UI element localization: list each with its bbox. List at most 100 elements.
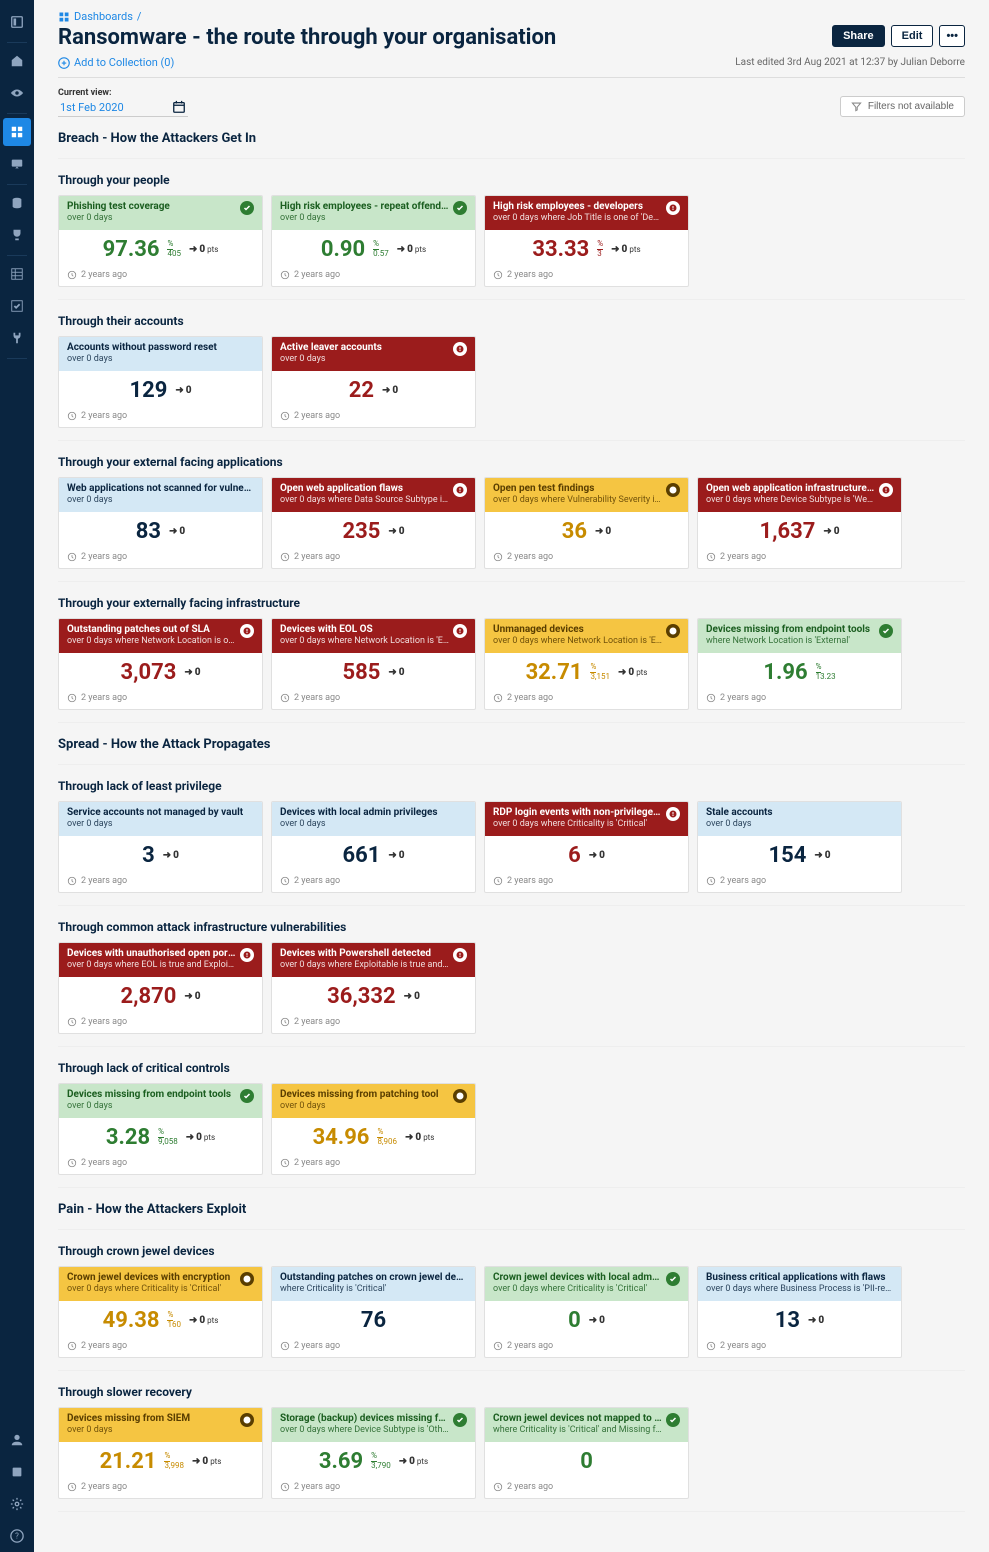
- metric-card[interactable]: High risk employees - developers over 0 …: [484, 195, 689, 287]
- card-body: 22 ➜ 0: [272, 371, 475, 407]
- add-to-collection[interactable]: Add to Collection (0): [58, 56, 174, 69]
- card-subtitle: over 0 days where Business Process is 'P…: [706, 1284, 893, 1294]
- card-value: 129: [129, 378, 167, 403]
- card-value: 97.36: [103, 237, 160, 262]
- metric-card[interactable]: Outstanding patches on crown jewel devic…: [271, 1266, 476, 1358]
- date-picker[interactable]: 1st Feb 2020: [58, 98, 188, 117]
- sidebar-user-icon[interactable]: [3, 1426, 31, 1454]
- metric-card[interactable]: Devices with EOL OS over 0 days where Ne…: [271, 618, 476, 710]
- section-heading: Breach - How the Attackers Get In: [58, 131, 965, 146]
- group-heading: Through your people: [58, 173, 965, 187]
- card-delta: ➜ 0: [184, 667, 200, 678]
- metric-card[interactable]: Crown jewel devices not mapped to Busine…: [484, 1407, 689, 1499]
- metric-card[interactable]: Unmanaged devices over 0 days where Netw…: [484, 618, 689, 710]
- card-footer: 2 years ago: [59, 1013, 262, 1033]
- card-subtitle: over 0 days where Network Location is 'E…: [493, 636, 662, 646]
- sidebar-dashboard-icon[interactable]: [3, 118, 31, 146]
- metric-card[interactable]: Devices with Powershell detected over 0 …: [271, 942, 476, 1034]
- clock-icon: [493, 1341, 503, 1351]
- card-row: Devices missing from endpoint tools over…: [58, 1083, 965, 1175]
- filters-button[interactable]: Filters not available: [840, 96, 965, 117]
- card-delta: ➜ 0: [388, 850, 404, 861]
- clock-icon: [493, 552, 503, 562]
- card-value: 154: [768, 843, 806, 868]
- card-header: High risk employees - developers over 0 …: [485, 196, 688, 230]
- card-timestamp: 2 years ago: [507, 1341, 553, 1351]
- edit-button[interactable]: Edit: [891, 25, 934, 47]
- card-body: 3 ➜ 0: [59, 836, 262, 872]
- card-fraction: %0.57: [373, 240, 389, 258]
- card-delta: ➜ 0: [184, 991, 200, 1002]
- sidebar-home-icon[interactable]: [3, 47, 31, 75]
- more-button[interactable]: •••: [939, 25, 965, 47]
- metric-card[interactable]: Web applications not scanned for vulnera…: [58, 477, 263, 569]
- metric-card[interactable]: Open web application infrastructure vuln…: [697, 477, 902, 569]
- metric-card[interactable]: Open web application flaws over 0 days w…: [271, 477, 476, 569]
- clock-icon: [493, 1482, 503, 1492]
- metric-card[interactable]: Devices with local admin privileges over…: [271, 801, 476, 893]
- sidebar-check-icon[interactable]: [3, 292, 31, 320]
- card-body: 21.21 %3,998 ➜ 0pts: [59, 1442, 262, 1478]
- metric-card[interactable]: Outstanding patches out of SLA over 0 da…: [58, 618, 263, 710]
- metric-card[interactable]: Devices missing from patching tool over …: [271, 1083, 476, 1175]
- metric-card[interactable]: Devices with unauthorised open port dete…: [58, 942, 263, 1034]
- sidebar-presentation-icon[interactable]: [3, 150, 31, 178]
- sidebar-gear-icon[interactable]: [3, 1490, 31, 1518]
- sidebar-help-icon[interactable]: ?: [3, 1522, 31, 1550]
- card-subtitle: over 0 days where Criticality is 'Critic…: [493, 1284, 662, 1294]
- metric-card[interactable]: High risk employees - repeat offenders o…: [271, 195, 476, 287]
- metric-card[interactable]: Devices missing from SIEM over 0 days 21…: [58, 1407, 263, 1499]
- metric-card[interactable]: Open pen test findings over 0 days where…: [484, 477, 689, 569]
- sidebar-table-icon[interactable]: [3, 260, 31, 288]
- clock-icon: [706, 876, 716, 886]
- group-heading: Through common attack infrastructure vul…: [58, 920, 965, 934]
- sidebar-database-icon[interactable]: [3, 189, 31, 217]
- card-header: Phishing test coverage over 0 days: [59, 196, 262, 230]
- card-footer: 2 years ago: [698, 548, 901, 568]
- clock-icon: [493, 876, 503, 886]
- metric-card[interactable]: Service accounts not managed by vault ov…: [58, 801, 263, 893]
- metric-card[interactable]: Phishing test coverage over 0 days 97.36…: [58, 195, 263, 287]
- status-badge: [453, 624, 467, 638]
- metric-card[interactable]: Accounts without password reset over 0 d…: [58, 336, 263, 428]
- current-view: Current view: 1st Feb 2020: [58, 88, 188, 117]
- metric-card[interactable]: Crown jewel devices with encryption over…: [58, 1266, 263, 1358]
- card-footer: 2 years ago: [59, 266, 262, 286]
- share-button[interactable]: Share: [832, 25, 885, 47]
- card-header: Stale accounts over 0 days: [698, 802, 901, 836]
- clock-icon: [67, 411, 77, 421]
- card-timestamp: 2 years ago: [507, 552, 553, 562]
- status-badge: [453, 483, 467, 497]
- sidebar-eye-icon[interactable]: [3, 79, 31, 107]
- card-body: 154 ➜ 0: [698, 836, 901, 872]
- card-title: Service accounts not managed by vault: [67, 807, 254, 819]
- breadcrumb-dashboards[interactable]: Dashboards: [74, 10, 133, 23]
- card-fraction: %13.23: [816, 663, 836, 681]
- metric-card[interactable]: Business critical applications with flaw…: [697, 1266, 902, 1358]
- metric-card[interactable]: Storage (backup) devices missing from en…: [271, 1407, 476, 1499]
- card-row: Accounts without password reset over 0 d…: [58, 336, 965, 428]
- filter-label: Filters not available: [868, 101, 954, 112]
- sidebar-trophy-icon[interactable]: [3, 221, 31, 249]
- svg-text:?: ?: [15, 1532, 19, 1541]
- metric-card[interactable]: Crown jewel devices with local admin rig…: [484, 1266, 689, 1358]
- card-delta: ➜ 0pts: [397, 244, 426, 255]
- metric-card[interactable]: Devices missing from endpoint tools over…: [58, 1083, 263, 1175]
- metric-card[interactable]: Devices missing from endpoint tools wher…: [697, 618, 902, 710]
- card-body: 83 ➜ 0: [59, 512, 262, 548]
- sidebar-logo[interactable]: [3, 8, 31, 36]
- card-value: 22: [349, 378, 374, 403]
- card-title: Crown jewel devices not mapped to Busine…: [493, 1413, 662, 1425]
- card-delta: ➜ 0: [382, 385, 398, 396]
- sidebar-tag-icon[interactable]: [3, 1458, 31, 1486]
- card-timestamp: 2 years ago: [294, 270, 340, 280]
- card-delta: ➜ 0: [175, 385, 191, 396]
- metric-card[interactable]: Active leaver accounts over 0 days 22 ➜ …: [271, 336, 476, 428]
- card-value: 0.90: [321, 237, 365, 262]
- card-body: 661 ➜ 0: [272, 836, 475, 872]
- card-body: 36,332 ➜ 0: [272, 977, 475, 1013]
- metric-card[interactable]: RDP login events with non-privileged acc…: [484, 801, 689, 893]
- metric-card[interactable]: Stale accounts over 0 days 154 ➜ 0 2 yea…: [697, 801, 902, 893]
- card-header: Business critical applications with flaw…: [698, 1267, 901, 1301]
- sidebar-plug-icon[interactable]: [3, 324, 31, 352]
